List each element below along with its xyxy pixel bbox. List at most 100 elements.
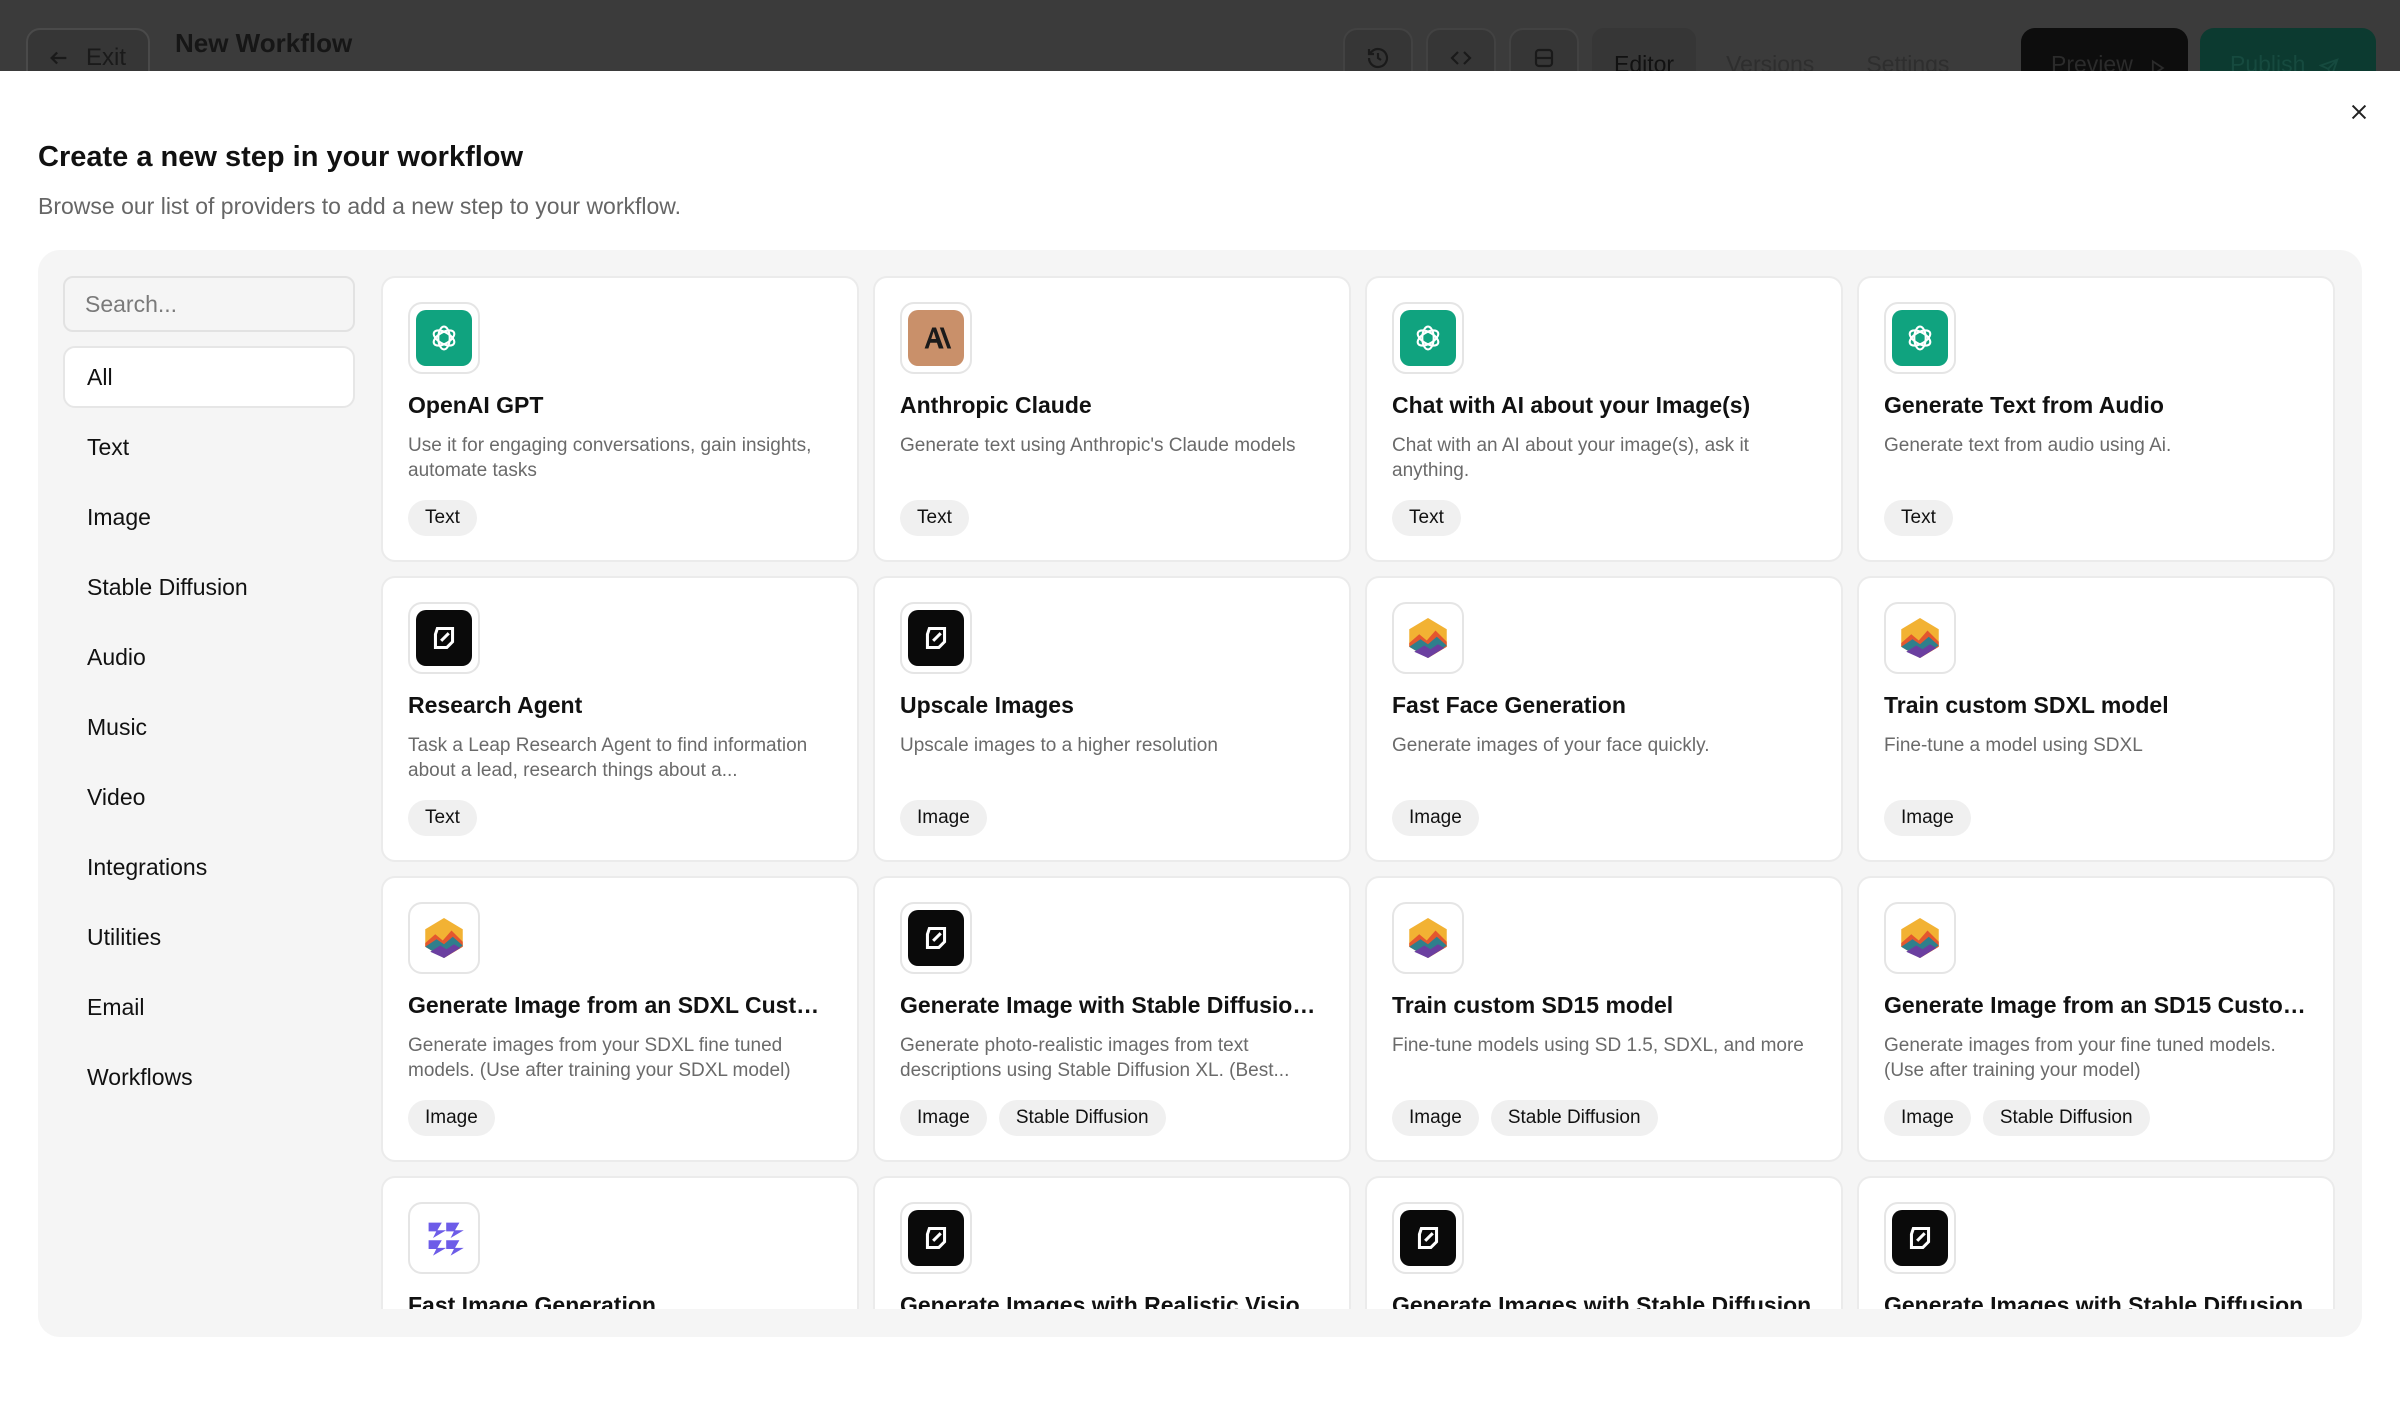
leap-icon [900, 902, 972, 974]
provider-panel: All Text Image Stable Diffusion Audio Mu… [38, 250, 2362, 1337]
card-title: Train custom SD15 model [1392, 992, 1674, 1018]
new-step-modal: Create a new step in your workflow Brows… [0, 71, 2400, 1411]
search-input[interactable] [63, 276, 355, 332]
provider-card[interactable]: Anthropic Claude Generate text using Anth… [873, 276, 1351, 562]
card-tags: Text [408, 500, 477, 536]
card-tags: Image Stable Diffusion [900, 1100, 1166, 1136]
category-workflows[interactable]: Workflows [63, 1046, 355, 1108]
card-description: Generate text from audio using Ai. [1884, 435, 2172, 456]
provider-grid: OpenAI GPT Use it for engaging conversati… [381, 276, 2335, 1337]
card-tags: Text [408, 800, 477, 836]
modal-title: Create a new step in your workflow [38, 141, 524, 173]
card-description: Use it for engaging conversations, gain … [408, 435, 812, 481]
openai-icon [408, 302, 480, 374]
tag-badge: Stable Diffusion [1982, 1100, 2150, 1136]
tag-badge: Image [408, 1100, 495, 1136]
tag-badge: Text [1392, 500, 1461, 536]
provider-card[interactable]: Train custom SD15 model Fine-tune models … [1365, 876, 1843, 1162]
code-icon [1450, 51, 1472, 65]
category-video[interactable]: Video [63, 766, 355, 828]
close-icon [2351, 104, 2367, 120]
card-description: Task a Leap Research Agent to find infor… [408, 735, 808, 781]
provider-card[interactable]: Chat with AI about your Image(s) Chat wit… [1365, 276, 1843, 562]
modal-subtitle: Browse our list of providers to add a ne… [38, 193, 682, 219]
tag-badge: Image [1392, 1100, 1479, 1136]
provider-card[interactable]: Generate Image from an SD15 Custom ... Ge… [1857, 876, 2335, 1162]
openai-icon [1884, 302, 1956, 374]
card-tags: Image [900, 800, 987, 836]
card-title: Chat with AI about your Image(s) [1392, 392, 1751, 418]
mountain-icon [1884, 602, 1956, 674]
category-audio[interactable]: Audio [63, 626, 355, 688]
card-description: Fine-tune a model using SDXL [1884, 735, 2143, 756]
card-description: Upscale images to a higher resolution [900, 735, 1218, 756]
card-title: Generate Image with Stable Diffusion XL [900, 992, 1324, 1018]
card-description: Chat with an AI about your image(s), ask… [1392, 435, 1749, 481]
card-title: Research Agent [408, 692, 583, 718]
card-description: Generate text using Anthropic's Claude m… [900, 435, 1296, 456]
tag-badge: Image [1884, 1100, 1971, 1136]
tag-badge: Image [900, 1100, 987, 1136]
leap-icon [408, 602, 480, 674]
mountain-icon [1884, 902, 1956, 974]
card-description: Fine-tune models using SD 1.5, SDXL, and… [1392, 1035, 1804, 1056]
tag-badge: Image [1392, 800, 1479, 836]
tag-badge: Text [900, 500, 969, 536]
card-title: Fast Face Generation [1392, 692, 1626, 718]
workflow-title: New Workflow [175, 28, 353, 58]
card-tags: Image [408, 1100, 495, 1136]
card-title: Generate Image from an SD15 Custom ... [1884, 992, 2308, 1018]
leap-icon [900, 602, 972, 674]
card-tags: Image Stable Diffusion [1392, 1100, 1658, 1136]
tag-badge: Text [408, 500, 477, 536]
category-stable-diffusion[interactable]: Stable Diffusion [63, 556, 355, 618]
card-description: Generate images from your fine tuned mod… [1884, 1035, 2276, 1081]
tag-badge: Image [900, 800, 987, 836]
provider-card[interactable]: Train custom SDXL model Fine-tune a model… [1857, 576, 2335, 862]
leap-icon [900, 1202, 972, 1274]
history-icon [1367, 47, 1389, 69]
category-music[interactable]: Music [63, 696, 355, 758]
category-integrations[interactable]: Integrations [63, 836, 355, 898]
card-tags: Image [1884, 800, 1971, 836]
provider-card[interactable]: Research Agent Task a Leap Research Agent… [381, 576, 859, 862]
tag-badge: Text [1884, 500, 1953, 536]
database-icon [1534, 48, 1554, 68]
tag-badge: Stable Diffusion [998, 1100, 1166, 1136]
mountain-icon [408, 902, 480, 974]
card-description: Generate images from your SDXL fine tune… [408, 1035, 791, 1081]
openai-icon [1392, 302, 1464, 374]
category-text[interactable]: Text [63, 416, 355, 478]
category-utilities[interactable]: Utilities [63, 906, 355, 968]
tag-badge: Image [1884, 800, 1971, 836]
leap-icon [1884, 1202, 1956, 1274]
close-button[interactable] [2344, 97, 2374, 127]
bolt-grid-icon [408, 1202, 480, 1274]
provider-card[interactable]: Generate Image with Stable Diffusion XL G… [873, 876, 1351, 1162]
tag-badge: Stable Diffusion [1490, 1100, 1658, 1136]
panel-bottom-edge [38, 1309, 2362, 1337]
category-email[interactable]: Email [63, 976, 355, 1038]
card-title: Anthropic Claude [900, 392, 1092, 418]
card-tags: Text [1392, 500, 1461, 536]
provider-card[interactable]: Fast Face Generation Generate images of y… [1365, 576, 1843, 862]
provider-card[interactable]: Generate Image from an SDXL Custom ... Ge… [381, 876, 859, 1162]
anthropic-icon [900, 302, 972, 374]
card-title: Generate Image from an SDXL Custom ... [408, 992, 832, 1018]
card-description: Generate photo-realistic images from tex… [900, 1035, 1290, 1081]
card-tags: Text [1884, 500, 1953, 536]
category-all[interactable]: All [63, 346, 355, 408]
card-title: Upscale Images [900, 692, 1074, 718]
leap-icon [1392, 1202, 1464, 1274]
provider-card[interactable]: Upscale Images Upscale images to a higher… [873, 576, 1351, 862]
provider-card[interactable]: OpenAI GPT Use it for engaging conversati… [381, 276, 859, 562]
card-description: Generate images of your face quickly. [1392, 735, 1710, 756]
card-tags: Image Stable Diffusion [1884, 1100, 2150, 1136]
card-title: Train custom SDXL model [1884, 692, 2169, 718]
category-list: All Text Image Stable Diffusion Audio Mu… [63, 346, 355, 1116]
card-tags: Text [900, 500, 969, 536]
provider-card[interactable]: Generate Text from Audio Generate text fr… [1857, 276, 2335, 562]
category-image[interactable]: Image [63, 486, 355, 548]
mountain-icon [1392, 902, 1464, 974]
mountain-icon [1392, 602, 1464, 674]
